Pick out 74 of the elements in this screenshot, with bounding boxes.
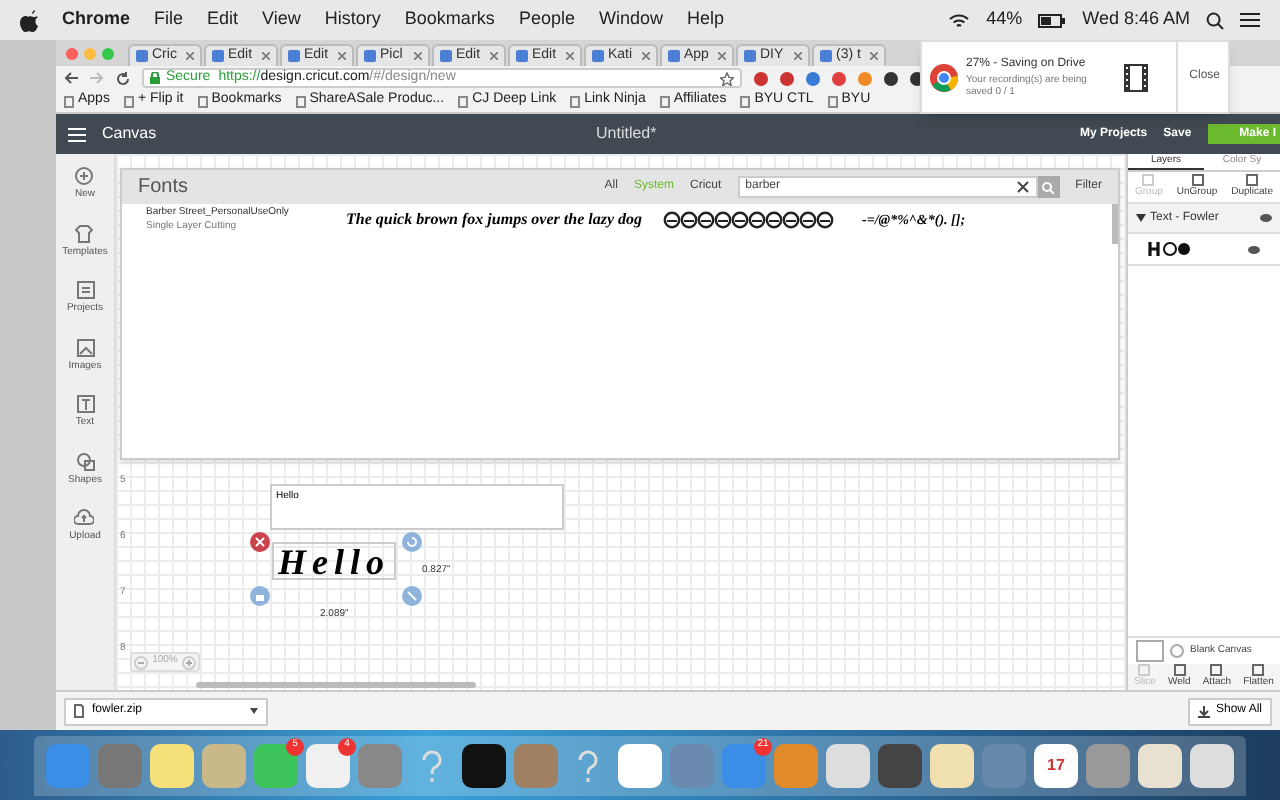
tab-favicon-icon (592, 50, 604, 62)
canvas-swatch[interactable] (1136, 640, 1164, 662)
calendar-icon[interactable]: 17 (1034, 743, 1078, 787)
close-icon[interactable] (414, 52, 422, 60)
close-icon[interactable] (490, 52, 498, 60)
document-icon[interactable] (75, 280, 95, 300)
star-icon[interactable] (720, 71, 734, 85)
reload-icon[interactable] (116, 71, 130, 85)
menu-item[interactable]: People (518, 6, 575, 34)
caret-icon[interactable] (250, 708, 258, 714)
hello-text[interactable]: Hello (272, 542, 396, 580)
layer-thumbnail-drawing (1148, 240, 1192, 258)
menu-item[interactable]: File (154, 6, 184, 34)
menu-item[interactable]: Window (598, 6, 663, 34)
lock-icon (150, 72, 160, 84)
scrollbar[interactable] (196, 682, 476, 688)
tab-favicon-icon (744, 50, 756, 62)
tab-favicon-icon (820, 50, 832, 62)
close-icon[interactable] (718, 52, 726, 60)
close-icon[interactable] (262, 52, 270, 60)
search-button[interactable] (1037, 176, 1060, 198)
search-icon (1042, 181, 1055, 193)
font-preview: The quick brown fox jumps over the lazy dog (346, 208, 643, 232)
close-icon[interactable] (794, 52, 802, 60)
menu-icon[interactable] (1240, 12, 1260, 28)
cloud-upload-icon[interactable] (74, 508, 95, 528)
close-icon[interactable] (870, 52, 878, 60)
film-icon (1124, 63, 1148, 91)
wifi-icon[interactable] (948, 11, 971, 29)
tab-favicon-icon (516, 50, 528, 62)
app-name[interactable]: Chrome (62, 6, 131, 34)
back-icon[interactable] (64, 72, 78, 84)
download-icon (1197, 705, 1210, 717)
resize-handle-icon[interactable] (402, 586, 422, 606)
apple-icon (20, 9, 38, 31)
lock-handle-icon[interactable] (250, 586, 270, 606)
zoom-out-icon[interactable] (134, 655, 148, 669)
delete-handle-icon[interactable] (250, 532, 270, 552)
search-icon[interactable] (1206, 11, 1224, 29)
file-icon (74, 704, 84, 718)
zoom-in-icon[interactable] (181, 655, 196, 669)
expand-arrow-icon[interactable] (1136, 214, 1146, 222)
close-icon[interactable] (566, 52, 574, 60)
text-icon[interactable] (75, 394, 95, 414)
tab-favicon-icon (440, 50, 452, 62)
tab-favicon-icon (668, 50, 680, 62)
battery-icon[interactable] (1038, 13, 1067, 27)
battery-percent: 44% (986, 6, 1023, 33)
tab-favicon-icon (136, 50, 148, 62)
tab-favicon-icon (364, 50, 376, 62)
panel-title: Fonts (138, 174, 189, 202)
shapes-icon[interactable] (75, 451, 95, 471)
close-icon[interactable] (642, 52, 650, 60)
eye-icon[interactable] (1260, 214, 1272, 222)
menu-item[interactable]: History (324, 6, 381, 34)
menu-item[interactable]: Bookmarks (404, 6, 495, 34)
project-title: Untitled* (596, 122, 657, 146)
eye-icon[interactable] (1248, 245, 1260, 253)
menu-item[interactable]: View (262, 6, 301, 34)
clear-icon[interactable] (1015, 180, 1030, 194)
rotate-handle-icon[interactable] (402, 532, 422, 552)
close-icon[interactable] (186, 52, 194, 60)
plus-circle-icon[interactable] (74, 166, 95, 186)
radio-button[interactable] (1170, 644, 1184, 658)
close-icon[interactable] (338, 52, 346, 60)
image-icon[interactable] (75, 337, 95, 357)
shirt-icon[interactable] (74, 223, 95, 243)
menu-item[interactable]: Edit (207, 6, 239, 34)
clock[interactable]: Wed 8:46 AM (1082, 6, 1190, 34)
menu-item[interactable]: Help (686, 6, 724, 34)
scrollbar[interactable] (1112, 204, 1118, 244)
section-title: Canvas (102, 122, 157, 146)
tab-favicon-icon (288, 50, 300, 62)
tab-favicon-icon (212, 50, 224, 62)
